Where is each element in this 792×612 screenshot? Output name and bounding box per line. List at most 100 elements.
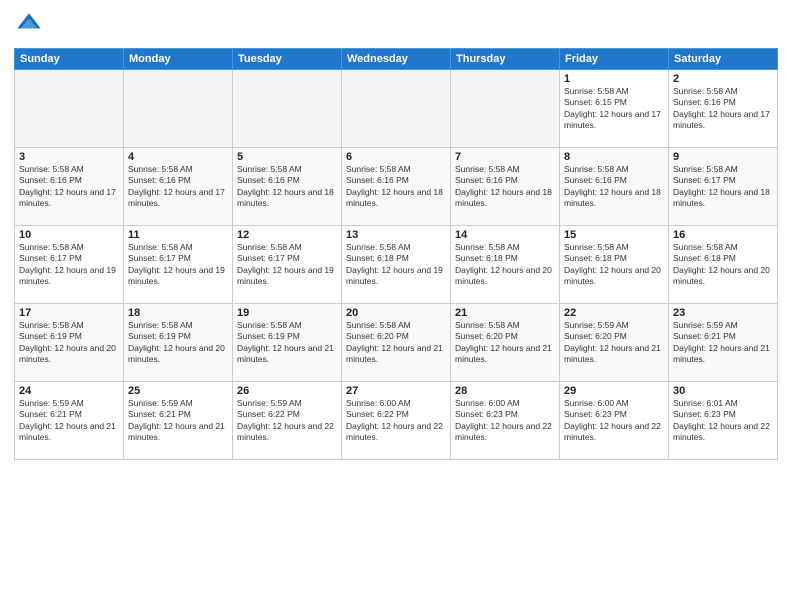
day-number: 10 (19, 229, 119, 241)
col-header-wednesday: Wednesday (342, 49, 451, 70)
day-number: 17 (19, 307, 119, 319)
day-number: 5 (237, 151, 337, 163)
day-number: 26 (237, 385, 337, 397)
day-number: 30 (673, 385, 773, 397)
calendar-cell (124, 70, 233, 148)
day-number: 1 (564, 73, 664, 85)
day-info: Sunrise: 5:59 AM Sunset: 6:22 PM Dayligh… (237, 398, 337, 444)
col-header-tuesday: Tuesday (233, 49, 342, 70)
day-info: Sunrise: 5:58 AM Sunset: 6:20 PM Dayligh… (455, 320, 555, 366)
day-info: Sunrise: 5:58 AM Sunset: 6:19 PM Dayligh… (237, 320, 337, 366)
header (14, 10, 778, 40)
day-number: 13 (346, 229, 446, 241)
calendar-cell: 1Sunrise: 5:58 AM Sunset: 6:15 PM Daylig… (560, 70, 669, 148)
calendar-cell: 13Sunrise: 5:58 AM Sunset: 6:18 PM Dayli… (342, 226, 451, 304)
day-number: 4 (128, 151, 228, 163)
calendar-cell (342, 70, 451, 148)
day-info: Sunrise: 5:58 AM Sunset: 6:16 PM Dayligh… (237, 164, 337, 210)
calendar-cell: 5Sunrise: 5:58 AM Sunset: 6:16 PM Daylig… (233, 148, 342, 226)
day-number: 2 (673, 73, 773, 85)
col-header-thursday: Thursday (451, 49, 560, 70)
calendar-cell: 19Sunrise: 5:58 AM Sunset: 6:19 PM Dayli… (233, 304, 342, 382)
calendar-cell: 26Sunrise: 5:59 AM Sunset: 6:22 PM Dayli… (233, 382, 342, 460)
calendar-cell: 28Sunrise: 6:00 AM Sunset: 6:23 PM Dayli… (451, 382, 560, 460)
calendar-cell: 29Sunrise: 6:00 AM Sunset: 6:23 PM Dayli… (560, 382, 669, 460)
calendar-cell: 16Sunrise: 5:58 AM Sunset: 6:18 PM Dayli… (669, 226, 778, 304)
calendar-cell: 9Sunrise: 5:58 AM Sunset: 6:17 PM Daylig… (669, 148, 778, 226)
day-info: Sunrise: 5:58 AM Sunset: 6:16 PM Dayligh… (346, 164, 446, 210)
day-info: Sunrise: 5:58 AM Sunset: 6:18 PM Dayligh… (564, 242, 664, 288)
calendar-cell (15, 70, 124, 148)
day-number: 29 (564, 385, 664, 397)
day-info: Sunrise: 5:58 AM Sunset: 6:19 PM Dayligh… (19, 320, 119, 366)
day-number: 6 (346, 151, 446, 163)
page: SundayMondayTuesdayWednesdayThursdayFrid… (0, 0, 792, 612)
calendar-cell: 30Sunrise: 6:01 AM Sunset: 6:23 PM Dayli… (669, 382, 778, 460)
calendar-cell: 20Sunrise: 5:58 AM Sunset: 6:20 PM Dayli… (342, 304, 451, 382)
day-info: Sunrise: 6:01 AM Sunset: 6:23 PM Dayligh… (673, 398, 773, 444)
calendar-cell: 11Sunrise: 5:58 AM Sunset: 6:17 PM Dayli… (124, 226, 233, 304)
week-row-2: 10Sunrise: 5:58 AM Sunset: 6:17 PM Dayli… (15, 226, 778, 304)
day-number: 9 (673, 151, 773, 163)
day-info: Sunrise: 5:59 AM Sunset: 6:21 PM Dayligh… (673, 320, 773, 366)
day-info: Sunrise: 5:58 AM Sunset: 6:16 PM Dayligh… (564, 164, 664, 210)
day-info: Sunrise: 5:58 AM Sunset: 6:16 PM Dayligh… (19, 164, 119, 210)
calendar-cell: 18Sunrise: 5:58 AM Sunset: 6:19 PM Dayli… (124, 304, 233, 382)
calendar-cell: 4Sunrise: 5:58 AM Sunset: 6:16 PM Daylig… (124, 148, 233, 226)
calendar-cell: 23Sunrise: 5:59 AM Sunset: 6:21 PM Dayli… (669, 304, 778, 382)
calendar-cell: 15Sunrise: 5:58 AM Sunset: 6:18 PM Dayli… (560, 226, 669, 304)
day-info: Sunrise: 5:59 AM Sunset: 6:21 PM Dayligh… (19, 398, 119, 444)
calendar-cell: 12Sunrise: 5:58 AM Sunset: 6:17 PM Dayli… (233, 226, 342, 304)
day-number: 3 (19, 151, 119, 163)
day-number: 25 (128, 385, 228, 397)
day-info: Sunrise: 5:58 AM Sunset: 6:16 PM Dayligh… (455, 164, 555, 210)
day-info: Sunrise: 5:58 AM Sunset: 6:16 PM Dayligh… (128, 164, 228, 210)
week-row-1: 3Sunrise: 5:58 AM Sunset: 6:16 PM Daylig… (15, 148, 778, 226)
day-number: 15 (564, 229, 664, 241)
calendar-cell (233, 70, 342, 148)
day-info: Sunrise: 5:58 AM Sunset: 6:17 PM Dayligh… (128, 242, 228, 288)
day-number: 27 (346, 385, 446, 397)
col-header-friday: Friday (560, 49, 669, 70)
day-info: Sunrise: 5:59 AM Sunset: 6:20 PM Dayligh… (564, 320, 664, 366)
calendar-cell: 25Sunrise: 5:59 AM Sunset: 6:21 PM Dayli… (124, 382, 233, 460)
col-header-saturday: Saturday (669, 49, 778, 70)
day-info: Sunrise: 5:59 AM Sunset: 6:21 PM Dayligh… (128, 398, 228, 444)
calendar-cell: 14Sunrise: 5:58 AM Sunset: 6:18 PM Dayli… (451, 226, 560, 304)
week-row-3: 17Sunrise: 5:58 AM Sunset: 6:19 PM Dayli… (15, 304, 778, 382)
logo-icon (14, 10, 44, 40)
day-info: Sunrise: 6:00 AM Sunset: 6:22 PM Dayligh… (346, 398, 446, 444)
day-number: 8 (564, 151, 664, 163)
col-header-sunday: Sunday (15, 49, 124, 70)
calendar-cell: 24Sunrise: 5:59 AM Sunset: 6:21 PM Dayli… (15, 382, 124, 460)
day-number: 16 (673, 229, 773, 241)
calendar-cell: 7Sunrise: 5:58 AM Sunset: 6:16 PM Daylig… (451, 148, 560, 226)
calendar-cell: 6Sunrise: 5:58 AM Sunset: 6:16 PM Daylig… (342, 148, 451, 226)
day-info: Sunrise: 5:58 AM Sunset: 6:17 PM Dayligh… (673, 164, 773, 210)
calendar-cell: 8Sunrise: 5:58 AM Sunset: 6:16 PM Daylig… (560, 148, 669, 226)
calendar: SundayMondayTuesdayWednesdayThursdayFrid… (14, 48, 778, 460)
day-number: 14 (455, 229, 555, 241)
day-number: 23 (673, 307, 773, 319)
day-info: Sunrise: 5:58 AM Sunset: 6:18 PM Dayligh… (673, 242, 773, 288)
day-info: Sunrise: 6:00 AM Sunset: 6:23 PM Dayligh… (455, 398, 555, 444)
day-number: 24 (19, 385, 119, 397)
calendar-header-row: SundayMondayTuesdayWednesdayThursdayFrid… (15, 49, 778, 70)
day-number: 18 (128, 307, 228, 319)
day-info: Sunrise: 5:58 AM Sunset: 6:20 PM Dayligh… (346, 320, 446, 366)
day-info: Sunrise: 6:00 AM Sunset: 6:23 PM Dayligh… (564, 398, 664, 444)
day-info: Sunrise: 5:58 AM Sunset: 6:17 PM Dayligh… (19, 242, 119, 288)
calendar-cell: 17Sunrise: 5:58 AM Sunset: 6:19 PM Dayli… (15, 304, 124, 382)
col-header-monday: Monday (124, 49, 233, 70)
logo (14, 10, 48, 40)
day-number: 21 (455, 307, 555, 319)
day-number: 22 (564, 307, 664, 319)
day-info: Sunrise: 5:58 AM Sunset: 6:16 PM Dayligh… (673, 86, 773, 132)
week-row-0: 1Sunrise: 5:58 AM Sunset: 6:15 PM Daylig… (15, 70, 778, 148)
day-number: 19 (237, 307, 337, 319)
calendar-cell (451, 70, 560, 148)
day-info: Sunrise: 5:58 AM Sunset: 6:18 PM Dayligh… (346, 242, 446, 288)
day-info: Sunrise: 5:58 AM Sunset: 6:15 PM Dayligh… (564, 86, 664, 132)
calendar-cell: 27Sunrise: 6:00 AM Sunset: 6:22 PM Dayli… (342, 382, 451, 460)
calendar-cell: 10Sunrise: 5:58 AM Sunset: 6:17 PM Dayli… (15, 226, 124, 304)
